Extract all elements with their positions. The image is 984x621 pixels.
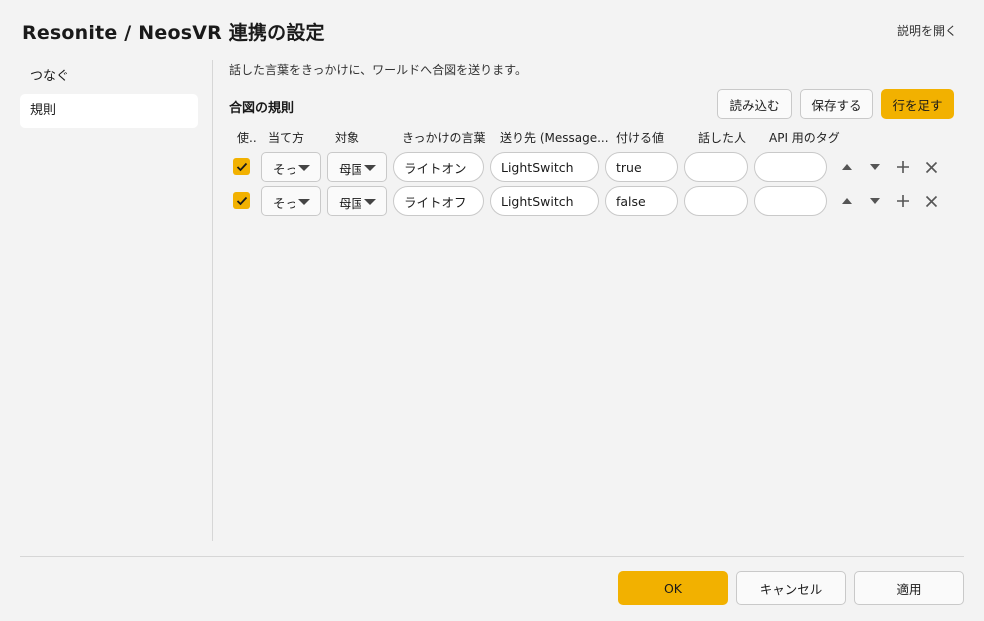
rule-row: そっ 母国 <box>229 185 959 217</box>
match-value: そっ <box>273 162 295 177</box>
target-dropdown[interactable]: 母国 <box>327 186 387 216</box>
rule-row: そっ 母国 <box>229 151 959 183</box>
close-icon[interactable] <box>919 155 943 179</box>
sidebar-item-label: つなぐ <box>30 69 70 84</box>
column-header-api-tag: API 用のタグ <box>769 131 840 145</box>
api-tag-input[interactable] <box>754 152 827 182</box>
add-icon[interactable] <box>891 189 915 213</box>
column-header-target: 対象 <box>335 131 360 145</box>
vertical-divider <box>212 60 213 541</box>
speaker-input[interactable] <box>684 152 748 182</box>
checkmark-icon <box>236 162 247 171</box>
target-value: 母国 <box>339 162 361 177</box>
checkmark-icon <box>236 196 247 205</box>
column-header-destination: 送り先 (Message... <box>500 131 609 145</box>
match-dropdown[interactable]: そっ <box>261 186 321 216</box>
chevron-down-icon <box>364 199 376 205</box>
section-title: 合図の規則 <box>229 101 295 116</box>
load-button[interactable]: 読み込む <box>717 89 792 119</box>
save-button[interactable]: 保存する <box>800 89 873 119</box>
column-header-enabled: 使.. <box>237 131 257 145</box>
chevron-down-icon <box>298 199 310 205</box>
ok-button[interactable]: OK <box>618 571 728 605</box>
apply-button[interactable]: 適用 <box>854 571 964 605</box>
api-tag-input[interactable] <box>754 186 827 216</box>
enabled-checkbox[interactable] <box>233 192 250 209</box>
trigger-input[interactable] <box>393 186 484 216</box>
match-dropdown[interactable]: そっ <box>261 152 321 182</box>
sidebar-item-rules[interactable]: 規則 <box>20 94 198 128</box>
sidebar-item-connect[interactable]: つなぐ <box>20 60 198 94</box>
trigger-input[interactable] <box>393 152 484 182</box>
sidebar: つなぐ 規則 <box>20 60 198 128</box>
window-title: Resonite / NeosVR 連携の設定 <box>22 22 325 44</box>
close-icon[interactable] <box>919 189 943 213</box>
sidebar-item-label: 規則 <box>30 103 57 118</box>
add-row-button[interactable]: 行を足す <box>881 89 954 119</box>
destination-input[interactable] <box>490 152 599 182</box>
column-header-value: 付ける値 <box>616 131 665 145</box>
column-header-trigger: きっかけの言葉 <box>402 131 486 145</box>
destination-input[interactable] <box>490 186 599 216</box>
move-down-icon[interactable] <box>863 155 887 179</box>
cancel-button[interactable]: キャンセル <box>736 571 846 605</box>
speaker-input[interactable] <box>684 186 748 216</box>
add-icon[interactable] <box>891 155 915 179</box>
footer-divider <box>20 556 964 557</box>
target-dropdown[interactable]: 母国 <box>327 152 387 182</box>
chevron-down-icon <box>364 165 376 171</box>
value-input[interactable] <box>605 152 678 182</box>
page-description: 話した言葉をきっかけに、ワールドへ合図を送ります。 <box>229 63 527 77</box>
value-input[interactable] <box>605 186 678 216</box>
enabled-checkbox[interactable] <box>233 158 250 175</box>
move-up-icon[interactable] <box>835 189 859 213</box>
move-up-icon[interactable] <box>835 155 859 179</box>
help-link[interactable]: 説明を開く <box>897 22 957 39</box>
move-down-icon[interactable] <box>863 189 887 213</box>
target-value: 母国 <box>339 196 361 211</box>
column-header-match: 当て方 <box>268 131 305 145</box>
match-value: そっ <box>273 196 295 211</box>
chevron-down-icon <box>298 165 310 171</box>
column-header-speaker: 話した人 <box>698 131 747 145</box>
